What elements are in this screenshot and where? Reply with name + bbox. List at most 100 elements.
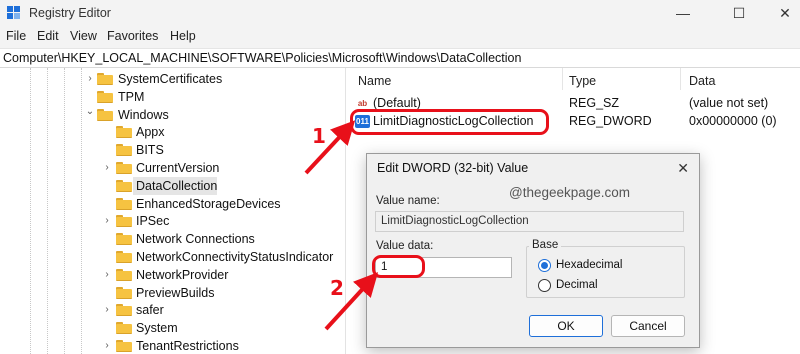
chevron-right-icon[interactable]: › <box>102 305 112 315</box>
tree-item-label: TPM <box>118 89 145 104</box>
value-name-label: Value name: <box>376 195 440 207</box>
value-name-field[interactable]: LimitDiagnosticLogCollection <box>375 211 684 232</box>
chevron-right-icon[interactable]: › <box>102 341 112 351</box>
tree-item-label: PreviewBuilds <box>136 285 215 300</box>
decimal-radio[interactable] <box>538 279 551 292</box>
tree-item[interactable]: › safer <box>0 301 345 319</box>
folder-icon <box>116 215 132 228</box>
close-button[interactable]: ✕ <box>762 0 800 26</box>
hexadecimal-radio[interactable] <box>538 259 551 272</box>
value-type: REG_SZ <box>569 96 620 110</box>
menu-edit[interactable]: Edit <box>37 29 59 43</box>
tree-item-label: Appx <box>136 125 165 140</box>
tree-item[interactable]: System <box>0 319 345 337</box>
folder-icon <box>116 144 132 157</box>
folder-icon <box>97 73 113 85</box>
minimize-button[interactable]: — <box>660 0 706 26</box>
chevron-right-icon[interactable]: › <box>102 269 112 280</box>
tree-item[interactable]: BITS <box>0 141 345 159</box>
value-name: (Default) <box>373 96 421 110</box>
tree-item-label: System <box>136 321 178 336</box>
chevron-down-icon[interactable]: ⌄ <box>85 106 95 117</box>
folder-icon <box>97 90 113 103</box>
value-data: (value not set) <box>689 96 769 110</box>
tree-item-label: EnhancedStorageDevices <box>136 196 281 211</box>
tree-item-label: IPSec <box>136 214 170 229</box>
key-tree-pane[interactable]: › SystemCertificates TPM ⌄ Windows Appx BITS › C… <box>0 68 346 354</box>
folder-icon <box>116 286 132 299</box>
hexadecimal-label[interactable]: Hexadecimal <box>556 259 622 271</box>
column-separator[interactable] <box>680 68 681 90</box>
edit-dword-dialog: Edit DWORD (32-bit) Value ✕ @thegeekpage… <box>366 153 700 348</box>
tree-item[interactable]: EnhancedStorageDevices <box>0 195 345 213</box>
maximize-icon: ☐ <box>732 4 746 21</box>
open-folder-icon <box>97 108 113 121</box>
folder-icon <box>116 304 132 317</box>
maximize-button[interactable]: ☐ <box>716 0 762 26</box>
column-name-header[interactable]: Name <box>358 68 391 90</box>
value-type: REG_DWORD <box>569 114 652 128</box>
base-group-title: Base <box>529 239 562 251</box>
registry-editor-app-icon <box>7 6 21 20</box>
menu-file[interactable]: File <box>6 29 26 43</box>
folder-icon <box>116 268 132 281</box>
tree-item[interactable]: TPM <box>0 88 345 106</box>
chevron-right-icon[interactable]: › <box>102 216 112 226</box>
folder-icon <box>116 322 132 335</box>
menu-help[interactable]: Help <box>170 29 196 43</box>
chevron-right-icon[interactable]: › <box>102 163 112 173</box>
step-number-2: 2 <box>330 276 344 300</box>
tree-item-label: DataCollection <box>136 178 218 193</box>
menu-bar: File Edit View Favorites Help <box>0 26 800 48</box>
tree-item-label: NetworkProvider <box>136 267 229 282</box>
value-data: 0x00000000 (0) <box>689 114 777 128</box>
folder-icon <box>116 251 132 263</box>
folder-icon <box>116 179 132 192</box>
dialog-close-icon[interactable]: ✕ <box>677 160 689 177</box>
step-number-1: 1 <box>312 124 326 148</box>
folder-icon <box>116 162 132 174</box>
registry-editor-window: Registry Editor — ☐ ✕ File Edit View Fav… <box>0 0 800 354</box>
cancel-button[interactable]: Cancel <box>611 315 685 337</box>
tree-item[interactable]: › NetworkProvider <box>0 266 345 284</box>
tree-item-label: TenantRestrictions <box>136 339 239 353</box>
minimize-icon: — <box>676 5 690 21</box>
tree-item[interactable]: Network Connections <box>0 230 345 248</box>
menu-favorites[interactable]: Favorites <box>107 29 158 43</box>
tree-item[interactable]: NetworkConnectivityStatusIndicator <box>0 248 345 266</box>
tree-item[interactable]: › CurrentVersion <box>0 159 345 177</box>
tree-item-label: Network Connections <box>136 232 255 247</box>
tree-item-label: SystemCertificates <box>118 72 223 86</box>
ok-button[interactable]: OK <box>529 315 603 337</box>
menu-view[interactable]: View <box>70 29 97 43</box>
tree-item-label: BITS <box>136 143 164 158</box>
column-separator[interactable] <box>562 68 563 90</box>
tree-item[interactable]: › IPSec <box>0 212 345 230</box>
tree-item[interactable]: DataCollection <box>0 176 345 195</box>
highlight-box-value-name <box>350 109 549 135</box>
tree-item-label: NetworkConnectivityStatusIndicator <box>136 250 334 264</box>
close-icon: ✕ <box>779 4 791 21</box>
watermark-text: @thegeekpage.com <box>509 185 631 200</box>
folder-icon <box>116 126 132 139</box>
folder-icon <box>116 197 132 210</box>
decimal-label[interactable]: Decimal <box>556 279 598 291</box>
address-path[interactable]: Computer\HKEY_LOCAL_MACHINE\SOFTWARE\Pol… <box>3 51 521 65</box>
tree-item[interactable]: › SystemCertificates <box>0 70 345 88</box>
tree-item[interactable]: ⌄ Windows <box>0 106 345 124</box>
tree-item-label: CurrentVersion <box>136 161 220 175</box>
dialog-title: Edit DWORD (32-bit) Value <box>377 161 529 175</box>
tree-item[interactable]: PreviewBuilds <box>0 284 345 302</box>
tree-item[interactable]: Appx <box>0 123 345 141</box>
address-bar[interactable]: Computer\HKEY_LOCAL_MACHINE\SOFTWARE\Pol… <box>0 48 800 68</box>
tree-item[interactable]: › TenantRestrictions <box>0 337 345 354</box>
tree-item-label: Windows <box>118 107 169 122</box>
folder-icon <box>116 233 132 246</box>
folder-icon <box>116 340 132 352</box>
chevron-right-icon[interactable]: › <box>85 74 95 84</box>
value-data-label: Value data: <box>376 240 434 252</box>
column-type-header[interactable]: Type <box>569 68 596 90</box>
column-data-header[interactable]: Data <box>689 68 715 90</box>
highlight-box-value-data <box>372 255 425 278</box>
base-groupbox <box>526 246 685 298</box>
